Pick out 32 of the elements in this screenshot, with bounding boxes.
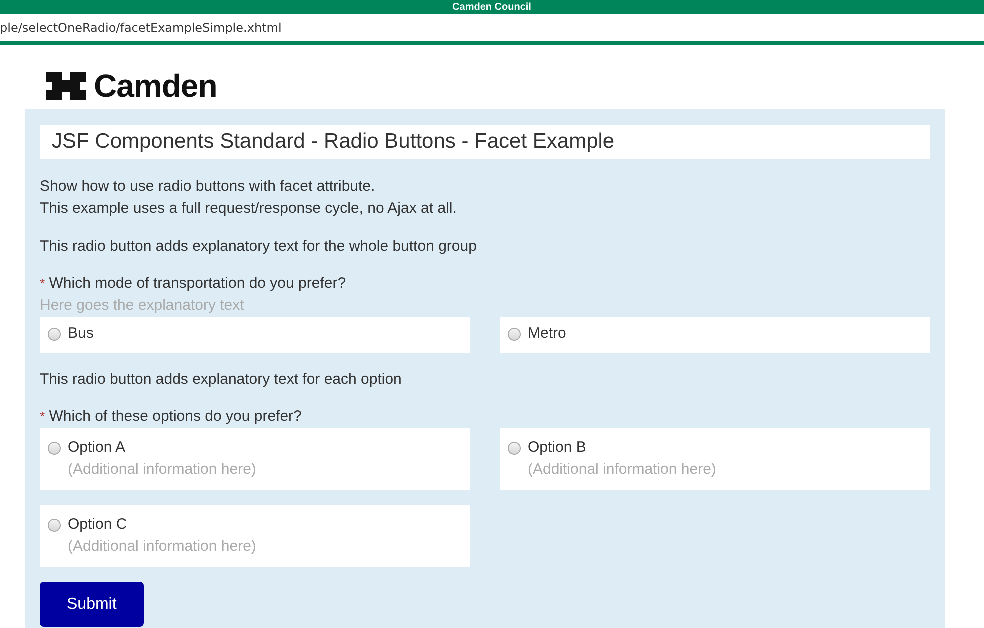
radio-button[interactable]: [48, 442, 61, 455]
radio-option[interactable]: Option A (Additional information here): [40, 428, 470, 490]
option-label: Option A: [68, 438, 127, 458]
logo-text: Camden: [94, 68, 218, 104]
question-label: Which of these options do you prefer?: [49, 408, 302, 425]
question-label: Which mode of transportation do you prefer?: [49, 275, 346, 292]
intro-text: This example uses a full request/response cycle, no Ajax at all.: [40, 199, 458, 219]
required-mark: *: [40, 276, 46, 291]
option-detail: (Additional information here): [68, 537, 256, 557]
submit-button[interactable]: Submit: [40, 582, 144, 627]
option-label: Option B: [528, 438, 588, 458]
required-mark: *: [40, 409, 46, 424]
page-title: JSF Components Standard - Radio Buttons - Facet Example: [40, 125, 930, 159]
url-text[interactable]: ple/selectOneRadio/facetExampleSimple.xhtml: [0, 20, 282, 34]
radio-button[interactable]: [508, 328, 521, 341]
explanatory-text: Here goes the explanatory text: [40, 296, 246, 316]
group-caption: This radio button adds explanatory text for each option: [40, 370, 403, 390]
option-label: Option C: [68, 515, 128, 535]
radio-option[interactable]: Metro: [500, 317, 930, 353]
intro-text: Show how to use radio buttons with facet attribute.: [40, 177, 376, 197]
window-title: Camden Council: [452, 2, 532, 14]
radio-option[interactable]: Option C (Additional information here): [40, 505, 470, 567]
radio-option[interactable]: Option B (Additional information here): [500, 428, 930, 490]
radio-button[interactable]: [508, 442, 521, 455]
group-caption: This radio button adds explanatory text for the whole button group: [40, 237, 478, 257]
option-label: Bus: [68, 324, 94, 344]
radio-button[interactable]: [48, 519, 61, 532]
radio-option[interactable]: Bus: [40, 317, 470, 353]
option-detail: (Additional information here): [528, 460, 716, 480]
option-label: Metro: [528, 324, 566, 344]
radio-button[interactable]: [48, 328, 61, 341]
option-detail: (Additional information here): [68, 460, 256, 480]
